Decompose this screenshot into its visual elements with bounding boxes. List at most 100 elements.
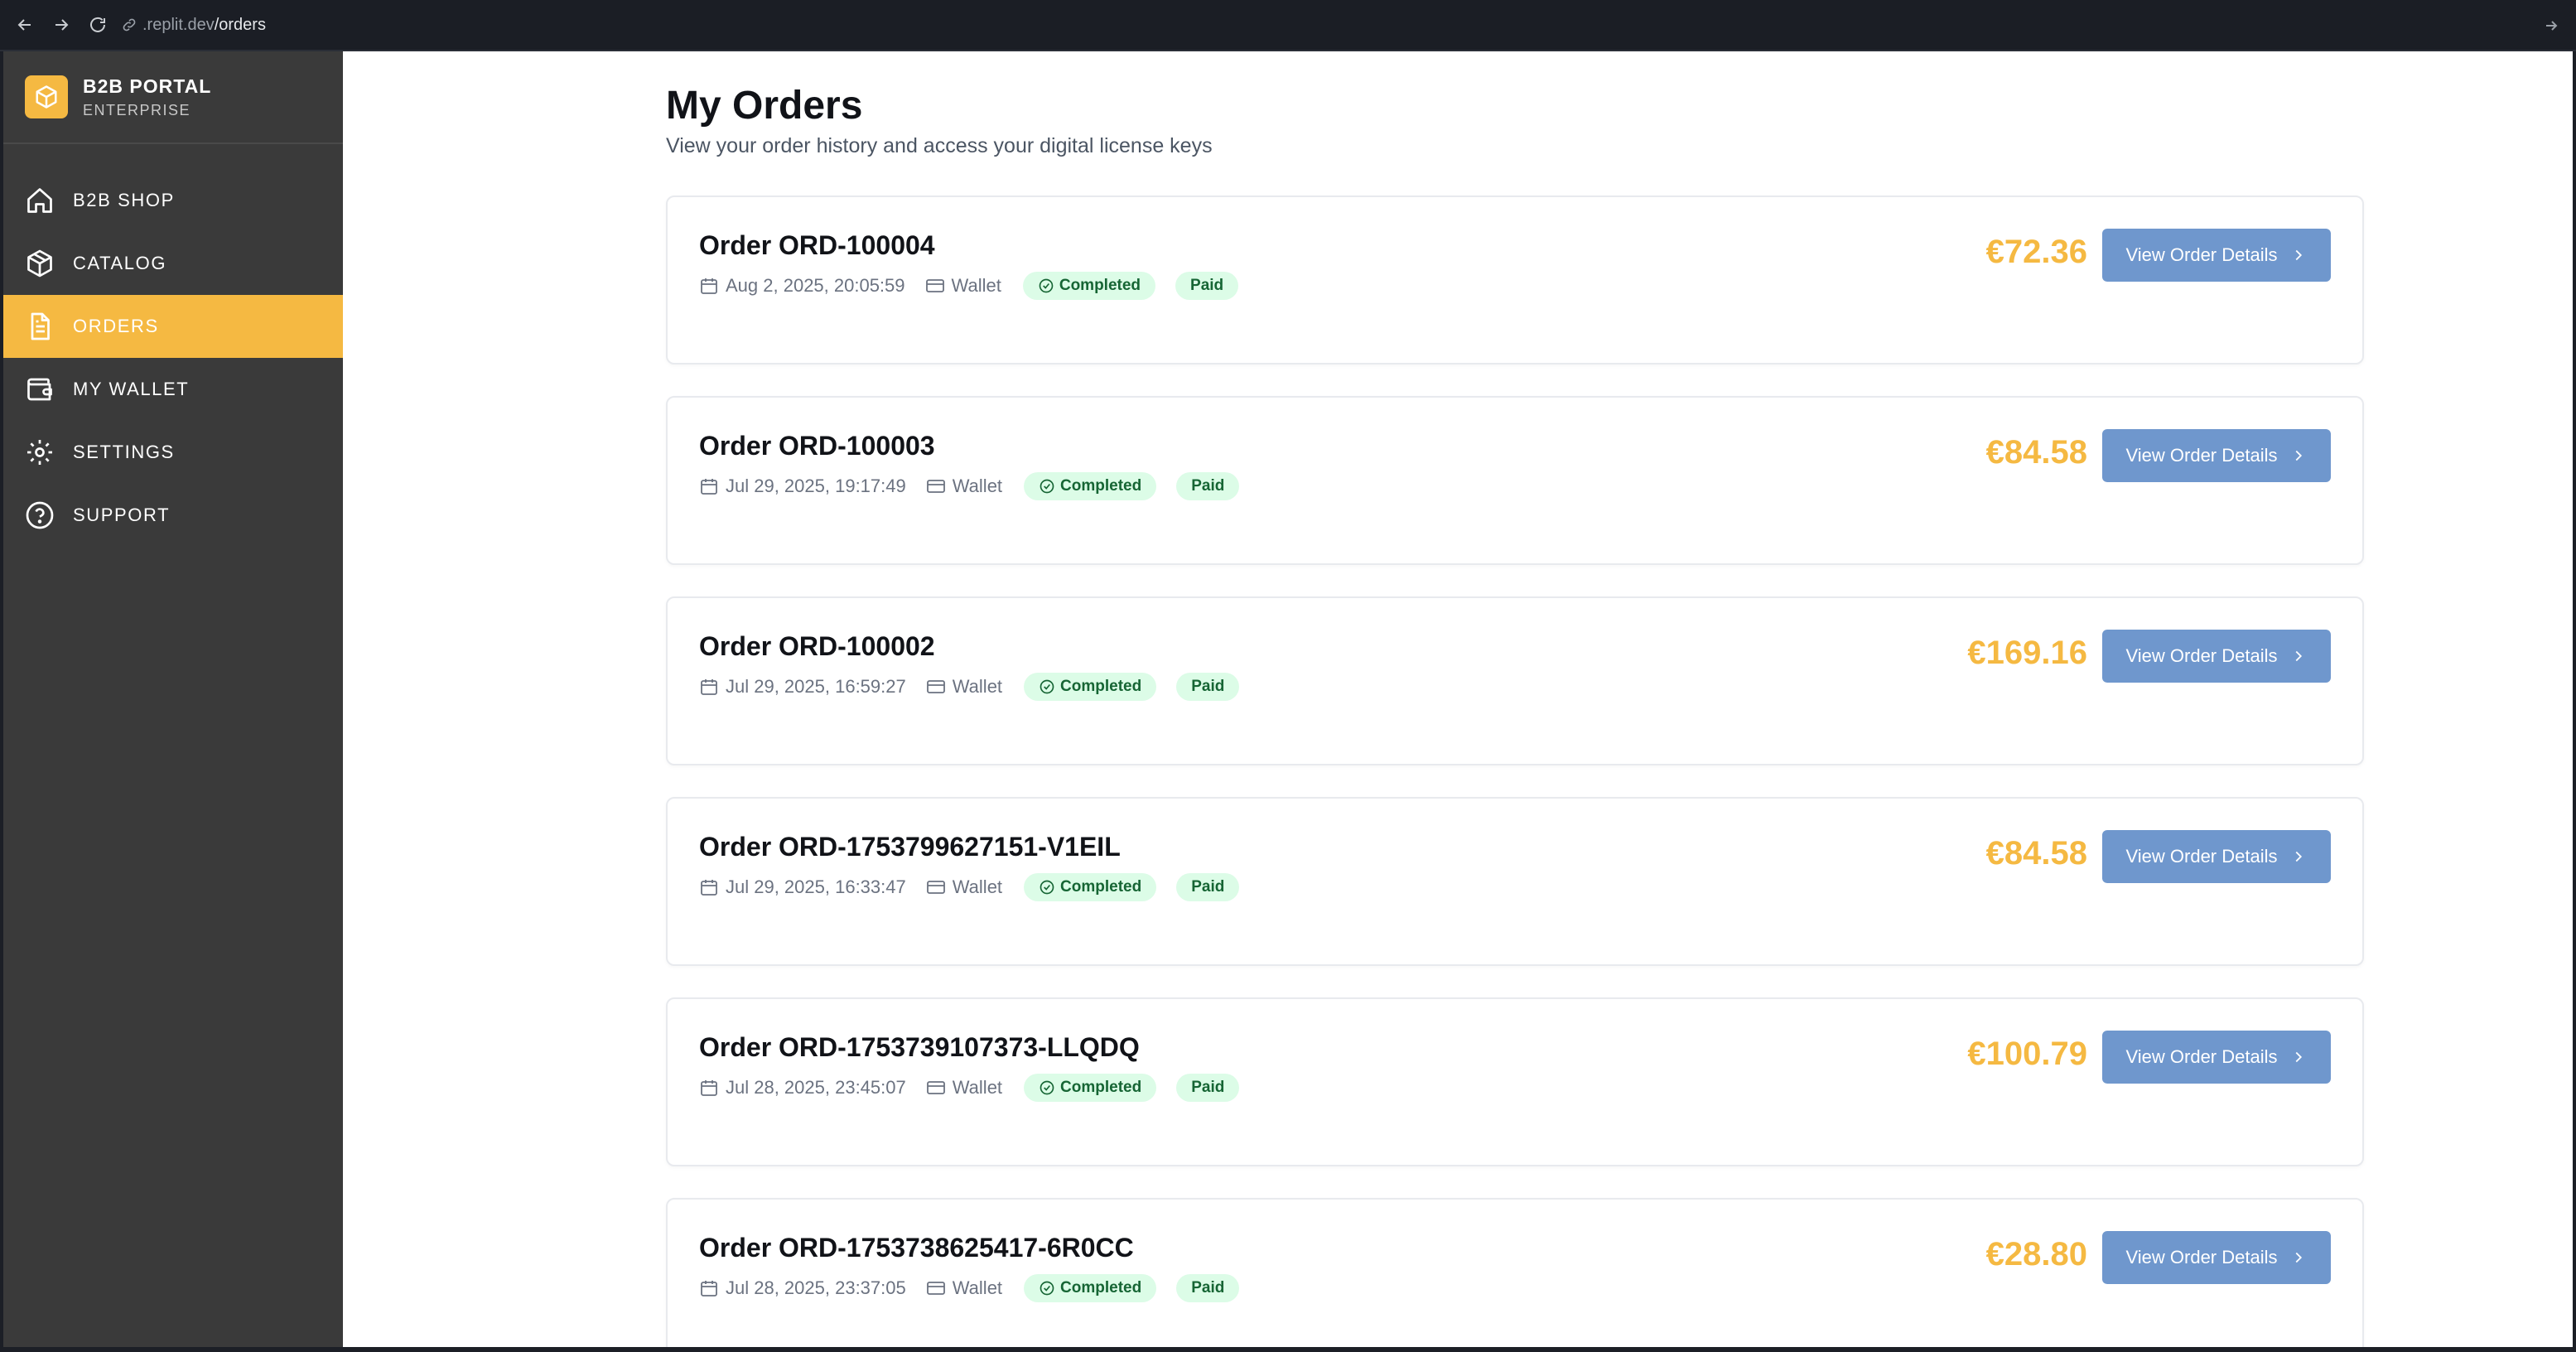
home-icon [27,188,52,213]
order-date: Jul 28, 2025, 23:37:05 [699,1277,906,1299]
calendar-icon [701,479,717,495]
order-date-text: Aug 2, 2025, 20:05:59 [726,275,905,296]
link-icon [123,18,136,31]
order-meta: Jul 29, 2025, 16:59:27 Wallet Completed … [699,673,1240,701]
order-card: Order ORD-1753738625417-6R0CC Jul 28, 20… [666,1198,2364,1347]
order-meta: Jul 28, 2025, 23:37:05 Wallet Completed … [699,1274,1240,1302]
order-date: Jul 29, 2025, 19:17:49 [699,476,906,497]
calendar-icon [701,679,717,695]
help-icon [26,501,54,529]
chevron-right-icon [2295,450,2302,461]
check-circle-icon [1039,278,1054,293]
sidebar-item-my-wallet[interactable]: MY WALLET [3,358,343,421]
forward-button[interactable] [43,7,80,43]
order-price: €100.79 [1967,1036,2087,1072]
status-text: Completed [1060,1279,1142,1296]
sidebar-item-label: ORDERS [73,316,159,336]
chevron-right-icon [2295,249,2302,261]
brand-title: B2B PORTAL [83,75,212,97]
sidebar: B2B PORTAL ENTERPRISE B2B SHOP CATALOG O… [3,51,343,1347]
reload-icon [90,17,105,32]
page-subtitle: View your order history and access your … [666,134,1213,157]
check-circle-icon [1040,880,1054,895]
page-title: My Orders [666,84,863,128]
check-circle-icon [1040,1080,1054,1095]
order-payment-method: Wallet [926,476,1002,497]
url-path: /orders [214,15,266,34]
order-card: Order ORD-1753739107373-LLQDQ Jul 28, 20… [666,997,2364,1166]
chevron-right-icon [2295,650,2302,662]
order-card: Order ORD-1753799627151-V1EIL Jul 29, 20… [666,797,2364,966]
order-title: Order ORD-100004 [699,230,935,260]
payment-method-text: Wallet [952,476,1003,496]
brand: B2B PORTAL ENTERPRISE [3,51,343,144]
order-date-text: Jul 29, 2025, 16:33:47 [726,876,906,897]
order-payment-method: Wallet [926,1077,1002,1098]
order-meta: Aug 2, 2025, 20:05:59 Wallet Completed P… [699,272,1239,300]
order-card: Order ORD-100003 Jul 29, 2025, 19:17:49 … [666,396,2364,565]
gear-icon [27,440,52,465]
button-label: View Order Details [2125,645,2278,666]
sidebar-nav: B2B SHOP CATALOG ORDERS MY WALLET SETTIN… [3,169,343,547]
status-badge: Completed [1024,673,1157,701]
status-badge: Completed [1024,472,1157,500]
payment-status-badge: Paid [1176,873,1240,901]
sidebar-item-label: SETTINGS [73,442,175,462]
wallet-icon [27,378,52,401]
back-button[interactable] [7,7,43,43]
status-text: Completed [1060,678,1142,695]
status-badge: Completed [1022,272,1156,300]
check-circle-icon [1040,1281,1054,1296]
order-date: Jul 29, 2025, 16:59:27 [699,676,906,698]
payment-method-text: Wallet [952,1277,1003,1298]
payment-status-badge: Paid [1175,272,1239,300]
calendar-icon [701,880,717,896]
box-icon [27,249,52,278]
sidebar-item-settings[interactable]: SETTINGS [3,421,343,484]
main-content: My Orders View your order history and ac… [343,51,2573,1347]
address-bar[interactable]: .replit.dev/orders [121,16,266,35]
order-card: Order ORD-100004 Aug 2, 2025, 20:05:59 W… [666,196,2364,365]
button-label: View Order Details [2125,445,2278,466]
credit-card-icon [926,480,945,493]
view-order-details-button[interactable]: View Order Details [2102,1031,2331,1084]
status-badge: Completed [1024,1074,1157,1102]
credit-card-icon [926,1282,945,1295]
status-badge: Completed [1024,873,1157,901]
order-meta: Jul 29, 2025, 19:17:49 Wallet Completed … [699,472,1240,500]
chevron-right-icon [2295,1252,2302,1263]
order-payment-method: Wallet [925,275,1001,297]
view-order-details-button[interactable]: View Order Details [2102,1231,2331,1284]
status-text: Completed [1060,477,1142,495]
status-text: Completed [1060,878,1142,896]
button-label: View Order Details [2125,244,2278,265]
sidebar-item-orders[interactable]: ORDERS [3,295,343,358]
payment-status-badge: Paid [1176,1074,1240,1102]
view-order-details-button[interactable]: View Order Details [2102,630,2331,683]
view-order-details-button[interactable]: View Order Details [2102,429,2331,482]
order-title: Order ORD-1753799627151-V1EIL [699,832,1121,862]
status-badge: Completed [1024,1274,1157,1302]
order-payment-method: Wallet [926,1277,1002,1299]
sidebar-item-support[interactable]: SUPPORT [3,484,343,547]
sidebar-item-label: B2B SHOP [73,190,175,210]
order-payment-method: Wallet [926,676,1002,698]
reload-button[interactable] [80,7,116,43]
status-text: Completed [1060,1079,1142,1096]
payment-method-text: Wallet [952,676,1003,697]
credit-card-icon [925,279,944,292]
order-price: €72.36 [1985,234,2087,270]
check-circle-icon [1040,479,1054,494]
button-label: View Order Details [2125,846,2278,867]
view-order-details-button[interactable]: View Order Details [2102,229,2331,282]
view-order-details-button[interactable]: View Order Details [2102,830,2331,883]
sidebar-item-b2b-shop[interactable]: B2B SHOP [3,169,343,232]
arrow-right-icon[interactable] [2541,16,2561,36]
sidebar-item-label: MY WALLET [73,379,190,399]
order-title: Order ORD-100002 [699,631,935,661]
sidebar-item-catalog[interactable]: CATALOG [3,232,343,295]
credit-card-icon [926,881,945,894]
url-domain: .replit.dev [142,15,215,34]
payment-method-text: Wallet [951,275,1001,296]
arrow-right-icon [55,19,69,31]
